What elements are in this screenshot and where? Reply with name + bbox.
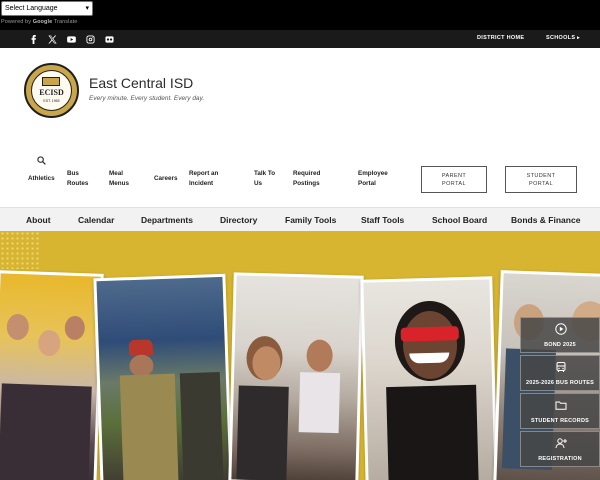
hero-photo-classroom xyxy=(228,272,364,480)
sec-nav-label: Athletics xyxy=(28,175,55,182)
portal-label: PORTAL xyxy=(529,181,553,187)
main-nav: About Calendar Departments Directory Fam… xyxy=(0,207,600,231)
sec-nav-label: Meal xyxy=(109,170,123,177)
logo-established: EST. 1965 xyxy=(43,99,60,103)
user-add-icon xyxy=(555,438,567,449)
main-nav-family-tools[interactable]: Family Tools xyxy=(285,215,336,225)
flickr-icon[interactable] xyxy=(104,34,114,44)
sec-nav-label: Talk To xyxy=(254,170,276,177)
bus-icon xyxy=(556,362,566,372)
sec-nav-label: Report an xyxy=(189,170,219,177)
quick-link-registration[interactable]: REGISTRATION xyxy=(520,431,600,467)
chevron-down-icon: ▾ xyxy=(85,5,89,12)
sec-nav-talk-to-us[interactable]: Talk To Us xyxy=(254,169,275,189)
main-nav-departments[interactable]: Departments xyxy=(141,215,193,225)
main-nav-bonds-finance[interactable]: Bonds & Finance xyxy=(511,215,580,225)
translate-bar: Select Language ▾ Powered by Google Tran… xyxy=(0,0,600,30)
sec-nav-label: Postings xyxy=(293,180,320,187)
schools-label: SCHOOLS xyxy=(546,35,576,41)
hero-photo-student-sunglasses xyxy=(360,276,498,480)
quick-link-bus-routes[interactable]: 2025-2026 BUS ROUTES xyxy=(520,355,600,391)
schools-dropdown[interactable]: SCHOOLS ▸ xyxy=(546,35,580,41)
chevron-right-icon: ▸ xyxy=(577,35,580,41)
quick-link-label: REGISTRATION xyxy=(538,456,582,462)
portal-label: STUDENT xyxy=(526,173,556,179)
sec-nav-employee-portal[interactable]: Employee Portal xyxy=(358,169,388,189)
sec-nav-label: Careers xyxy=(154,175,178,182)
sec-nav-athletics[interactable]: Athletics xyxy=(28,174,55,184)
main-nav-staff-tools[interactable]: Staff Tools xyxy=(361,215,404,225)
utility-bar: DISTRICT HOME SCHOOLS ▸ xyxy=(0,30,600,48)
hero-banner: BOND 2025 2025-2026 BUS ROUTES STUDENT R… xyxy=(0,231,600,480)
language-select[interactable]: Select Language ▾ xyxy=(1,1,93,16)
instagram-icon[interactable] xyxy=(85,34,95,44)
main-nav-calendar[interactable]: Calendar xyxy=(78,215,114,225)
powered-by-google: Powered by Google Translate xyxy=(1,19,77,25)
site-tagline: Every minute. Every student. Every day. xyxy=(89,95,205,102)
sec-nav-label: Us xyxy=(254,180,263,187)
sec-nav-label: Menus xyxy=(109,180,129,187)
language-select-label: Select Language xyxy=(5,5,58,12)
main-nav-directory[interactable]: Directory xyxy=(220,215,257,225)
district-home-link[interactable]: DISTRICT HOME xyxy=(477,35,524,41)
x-icon[interactable] xyxy=(47,34,57,44)
sec-nav-meal-menus[interactable]: Meal Menus xyxy=(109,169,129,189)
sec-nav-label: Portal xyxy=(358,180,376,187)
sec-nav-careers[interactable]: Careers xyxy=(154,174,177,184)
sec-nav-report-incident[interactable]: Report an Incident xyxy=(189,169,218,189)
quick-link-label: BOND 2025 xyxy=(544,342,576,348)
powered-by-label: Powered by xyxy=(1,19,32,25)
quick-link-label: 2025-2026 BUS ROUTES xyxy=(526,380,594,386)
portal-label: PARENT xyxy=(441,173,467,179)
main-nav-school-board[interactable]: School Board xyxy=(432,215,487,225)
play-circle-icon xyxy=(555,323,567,335)
search-icon[interactable] xyxy=(37,152,46,165)
sec-nav-label: Routes xyxy=(67,180,89,187)
logo-seal: ECISD EST. 1965 xyxy=(31,70,72,111)
schoolhouse-icon xyxy=(42,77,60,86)
sec-nav-label: Bus xyxy=(67,170,79,177)
youtube-icon[interactable] xyxy=(66,34,76,44)
google-logo: Google xyxy=(32,19,53,25)
sec-nav-required-postings[interactable]: Required Postings xyxy=(293,169,320,189)
hero-photo-students xyxy=(0,270,104,480)
quick-link-bond[interactable]: BOND 2025 xyxy=(520,317,600,353)
student-portal-button[interactable]: STUDENT PORTAL xyxy=(505,166,577,193)
quick-link-label: STUDENT RECORDS xyxy=(530,418,589,424)
translate-label: Translate xyxy=(53,19,78,25)
sec-nav-label: Employee xyxy=(358,170,388,177)
portal-label: PORTAL xyxy=(442,181,466,187)
quick-link-student-records[interactable]: STUDENT RECORDS xyxy=(520,393,600,429)
parent-portal-button[interactable]: PARENT PORTAL xyxy=(421,166,487,193)
folder-icon xyxy=(555,401,567,410)
sec-nav-bus-routes[interactable]: Bus Routes xyxy=(67,169,88,189)
logo-text: ECISD xyxy=(39,88,64,97)
site-title[interactable]: East Central ISD xyxy=(89,75,193,91)
dot-pattern xyxy=(0,231,40,269)
sec-nav-label: Incident xyxy=(189,180,214,187)
district-logo[interactable]: ECISD EST. 1965 xyxy=(24,63,79,118)
main-nav-about[interactable]: About xyxy=(26,215,51,225)
sec-nav-label: Required xyxy=(293,170,321,177)
hero-photo-firefighters xyxy=(93,273,233,480)
facebook-icon[interactable] xyxy=(28,34,38,44)
